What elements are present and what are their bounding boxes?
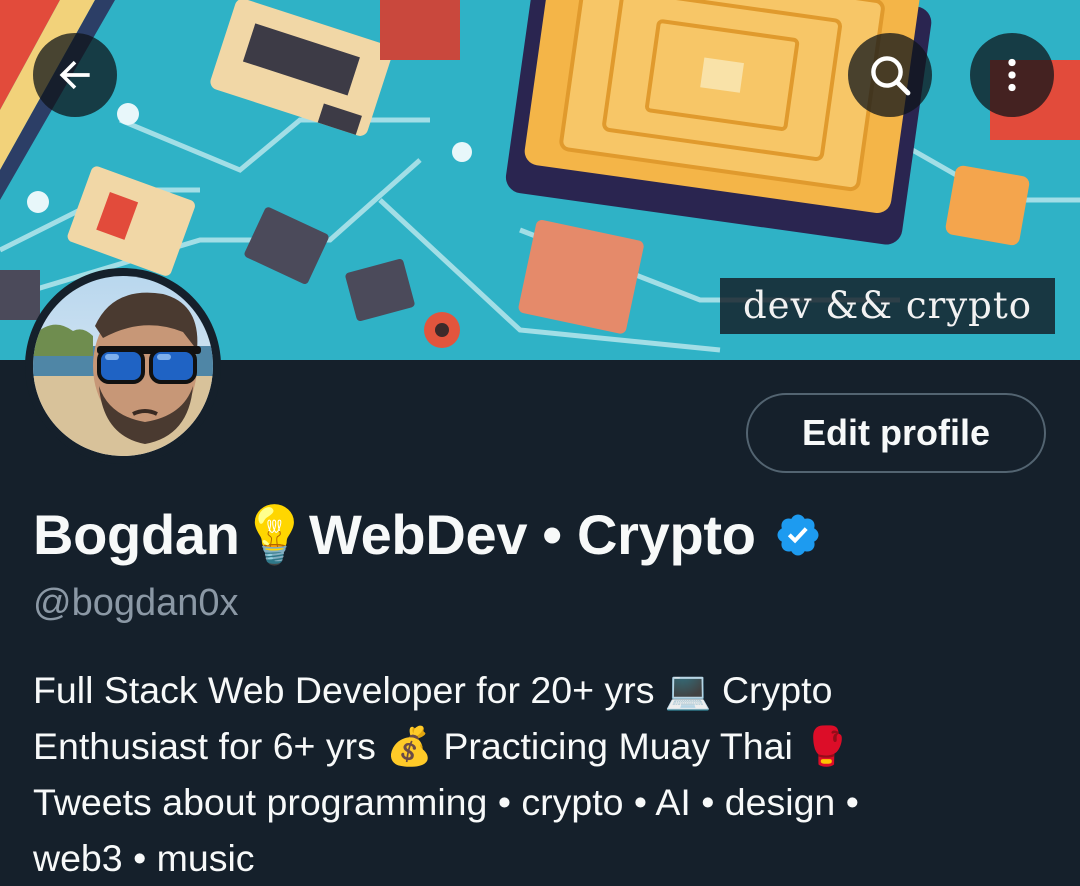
arrow-left-icon bbox=[59, 60, 90, 90]
more-options-button[interactable] bbox=[970, 33, 1054, 117]
profile-name-row: Bogdan💡WebDev • Crypto bbox=[33, 500, 822, 570]
banner-caption: dev && crypto bbox=[720, 278, 1055, 334]
bio-line: Enthusiast for 6+ yrs 💰 Practicing Muay … bbox=[33, 725, 850, 767]
profile-handle: @bogdan0x bbox=[33, 582, 239, 624]
search-button[interactable] bbox=[848, 33, 932, 117]
bio-line: Tweets about programming • crypto • AI •… bbox=[33, 781, 859, 823]
verified-badge-icon[interactable] bbox=[774, 511, 822, 559]
search-icon bbox=[871, 56, 911, 96]
avatar-photo bbox=[33, 276, 213, 456]
bio-line: web3 • music bbox=[33, 837, 255, 879]
display-name: Bogdan💡WebDev • Crypto bbox=[33, 503, 756, 566]
back-button[interactable] bbox=[33, 33, 117, 117]
more-vertical-icon bbox=[1008, 58, 1016, 92]
edit-profile-button[interactable]: Edit profile bbox=[746, 393, 1046, 473]
profile-bio: Full Stack Web Developer for 20+ yrs 💻 C… bbox=[33, 662, 1053, 886]
profile-avatar[interactable] bbox=[25, 268, 221, 464]
bio-line: Full Stack Web Developer for 20+ yrs 💻 C… bbox=[33, 669, 833, 711]
